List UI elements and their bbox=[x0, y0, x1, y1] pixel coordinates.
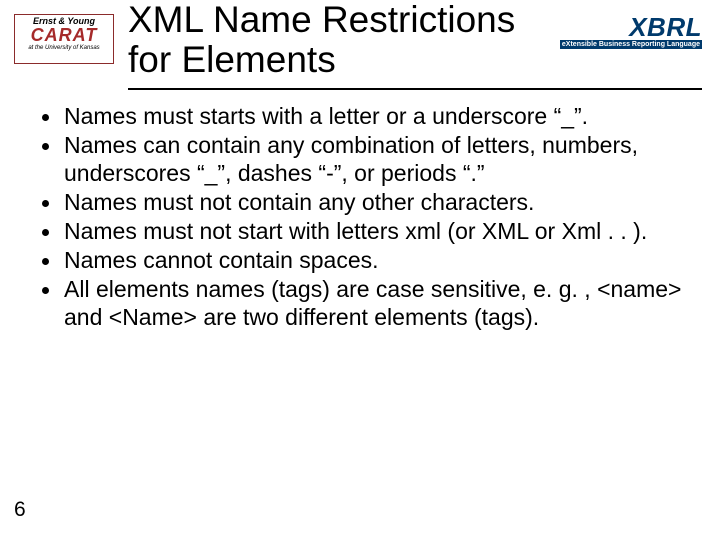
xbrl-logo-text: XBRL bbox=[629, 12, 702, 42]
slide-header: Ernst & Young CARAT at the University of… bbox=[0, 0, 720, 95]
title-line-2: for Elements bbox=[128, 39, 336, 80]
list-item: Names cannot contain spaces. bbox=[38, 246, 698, 274]
list-item: All elements names (tags) are case sensi… bbox=[38, 275, 698, 331]
list-item: Names must not contain any other charact… bbox=[38, 188, 698, 216]
logo-left-line2: CARAT bbox=[19, 26, 109, 45]
page-title: XML Name Restrictions for Elements bbox=[128, 0, 515, 80]
list-item: Names must not start with letters xml (o… bbox=[38, 217, 698, 245]
list-item: Names can contain any combination of let… bbox=[38, 131, 698, 187]
logo-left-line3: at the University of Kansas bbox=[19, 45, 109, 51]
header-rule bbox=[128, 88, 702, 90]
slide-body: Names must starts with a letter or a und… bbox=[38, 102, 698, 332]
xbrl-logo-tagline: eXtensible Business Reporting Language bbox=[560, 40, 702, 49]
list-item: Names must starts with a letter or a und… bbox=[38, 102, 698, 130]
carat-logo: Ernst & Young CARAT at the University of… bbox=[14, 14, 114, 64]
page-number: 6 bbox=[14, 498, 26, 522]
xbrl-logo: XBRL eXtensible Business Reporting Langu… bbox=[560, 14, 702, 49]
title-line-1: XML Name Restrictions bbox=[128, 0, 515, 40]
bullet-list: Names must starts with a letter or a und… bbox=[38, 102, 698, 331]
